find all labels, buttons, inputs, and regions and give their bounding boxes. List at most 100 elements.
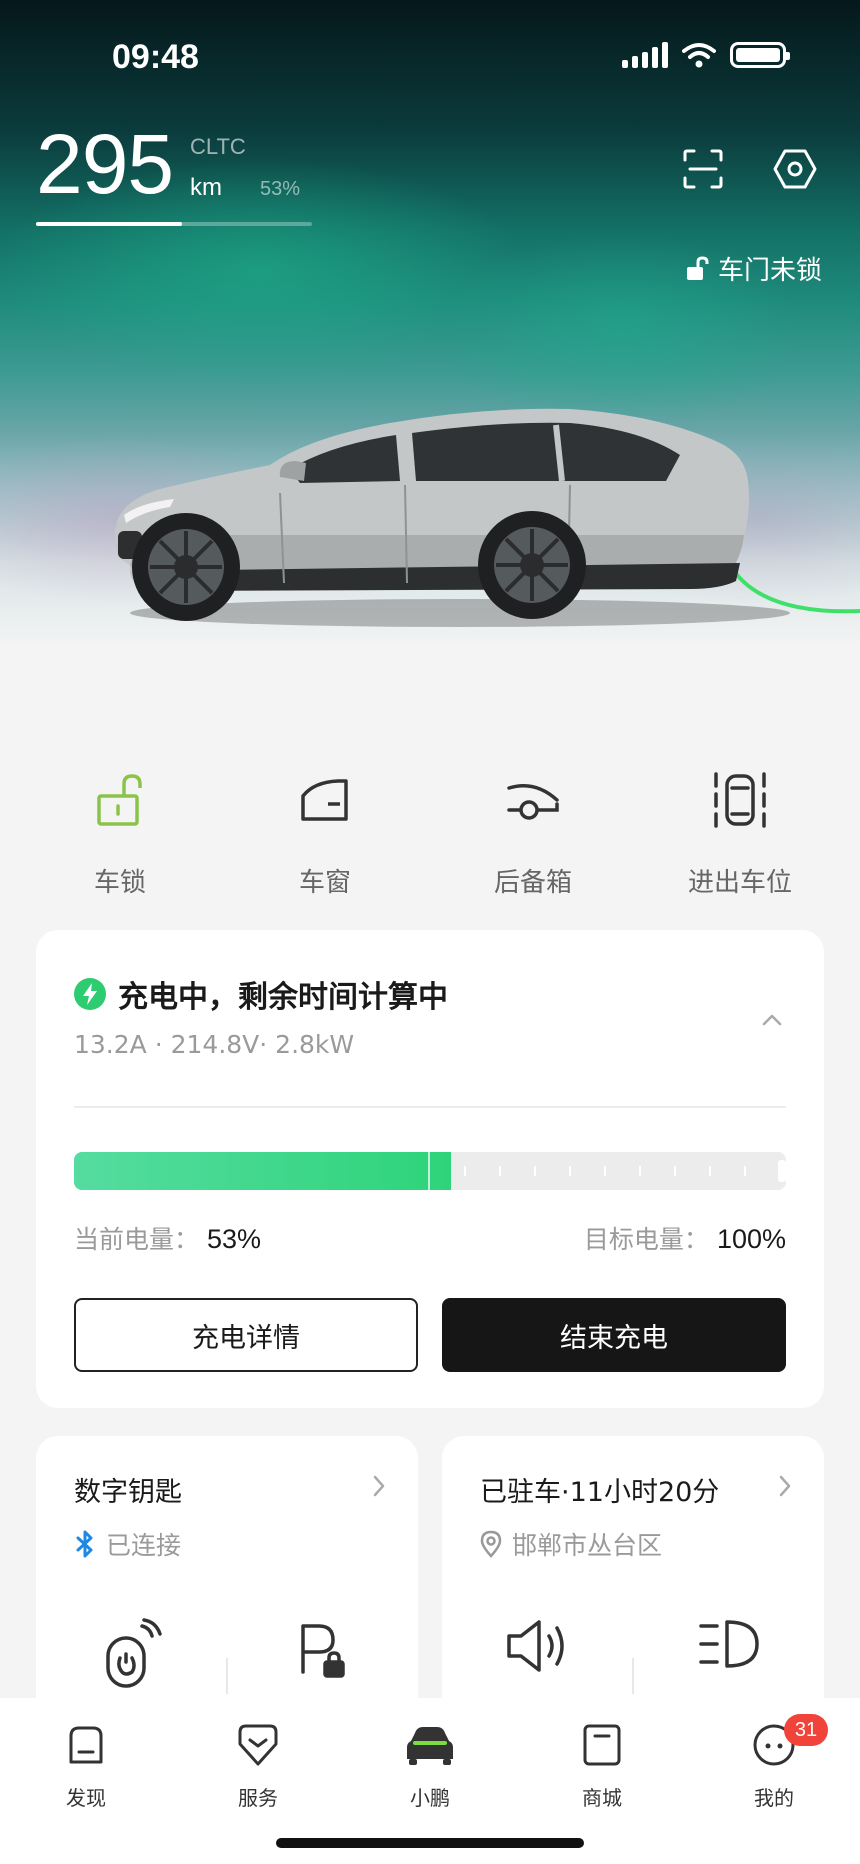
status-time: 09:48 [112, 38, 199, 76]
target-handle[interactable] [778, 1160, 786, 1182]
tab-discover[interactable]: 发现 [26, 1716, 146, 1811]
stop-charging-button[interactable]: 结束充电 [442, 1298, 786, 1372]
current-soc: 当前电量： 53% [74, 1220, 261, 1256]
tab-xpeng[interactable]: 小鹏 [370, 1716, 490, 1811]
charge-progress-bar [74, 1152, 786, 1190]
current-soc-value: 53% [207, 1224, 262, 1254]
door-status[interactable]: 车门未锁 [686, 250, 822, 287]
range-unit: km [190, 174, 222, 201]
remote-key-icon [105, 1618, 162, 1688]
chevron-right-icon [373, 1475, 385, 1497]
honk-button[interactable] [442, 1618, 633, 1674]
service-icon [238, 1724, 278, 1766]
quick-action-trunk[interactable]: 后备箱 [443, 760, 623, 899]
parking-maneuver-icon [714, 772, 766, 828]
door-status-text: 车门未锁 [717, 256, 822, 286]
hero-section: 09:48 295 CLTC km 53% 车门未锁 [0, 0, 860, 720]
tab-label: 我的 [754, 1786, 794, 1810]
tab-label: 小鹏 [410, 1786, 450, 1810]
quick-action-lock[interactable]: 车锁 [30, 760, 210, 899]
progress-tick [709, 1166, 711, 1176]
range-standard: CLTC [190, 134, 246, 159]
cellular-signal-icon [622, 42, 668, 68]
charging-title-row: 充电中，剩余时间计算中 [74, 972, 448, 1016]
charging-card: 充电中，剩余时间计算中 13.2A · 214.8V· 2.8kW 当前电量： 5… [36, 930, 824, 1408]
quick-action-parking[interactable]: 进出车位 [650, 760, 830, 899]
unlock-icon [686, 255, 709, 280]
progress-tick [499, 1166, 501, 1176]
range-value: 295 [36, 117, 174, 211]
quick-action-window[interactable]: 车窗 [235, 760, 415, 899]
quick-action-label: 后备箱 [493, 868, 572, 898]
digital-key-status-row: 已连接 [74, 1526, 181, 1562]
home-indicator [276, 1838, 584, 1848]
range-display: 295 CLTC km 53% [36, 122, 316, 232]
scan-button[interactable] [680, 146, 726, 192]
headlight-icon [698, 1620, 759, 1668]
charging-bolt-icon [74, 978, 106, 1010]
tab-profile[interactable]: 我的 31 [714, 1714, 834, 1811]
parking-title: 已驻车·11小时20分 [480, 1477, 720, 1508]
progress-tick [639, 1166, 641, 1176]
battery-percent: 53% [260, 178, 301, 200]
quick-action-label: 车窗 [298, 868, 351, 898]
chevron-up-icon [762, 1014, 782, 1026]
bluetooth-icon [76, 1530, 93, 1558]
speaker-icon [506, 1620, 564, 1672]
charging-details: 13.2A · 214.8V· 2.8kW [74, 1030, 355, 1059]
car-window-icon [301, 779, 348, 821]
tab-label: 服务 [238, 1786, 278, 1810]
progress-tick [674, 1166, 676, 1176]
parking-lock-icon [300, 1624, 345, 1678]
location-pin-icon [480, 1530, 502, 1558]
trunk-icon [507, 784, 559, 820]
digital-key-title: 数字钥匙 [74, 1477, 182, 1508]
current-soc-label: 当前电量： [74, 1225, 200, 1254]
progress-tick [569, 1166, 571, 1176]
charging-cable [728, 563, 860, 614]
progress-tick [464, 1166, 466, 1176]
progress-tick [604, 1166, 606, 1176]
range-bar-fill [36, 222, 183, 226]
charging-title: 充电中，剩余时间计算中 [118, 980, 448, 1015]
status-icons [622, 42, 790, 68]
tab-shop[interactable]: 商城 [542, 1716, 662, 1811]
quick-action-label: 进出车位 [687, 868, 792, 898]
charging-details-button[interactable]: 充电详情 [74, 1298, 418, 1372]
car-image[interactable] [100, 385, 860, 645]
unlock-icon [97, 774, 142, 826]
tab-service[interactable]: 服务 [198, 1716, 318, 1811]
park-lock-button[interactable] [227, 1618, 418, 1678]
digital-key-actions [36, 1618, 418, 1708]
car-icon [407, 1727, 453, 1765]
target-soc-label: 目标电量： [583, 1225, 709, 1254]
notification-badge: 31 [784, 1714, 828, 1746]
shop-icon [583, 1724, 621, 1766]
settings-icon [773, 149, 817, 189]
range-bar [36, 222, 312, 226]
discover-icon [69, 1726, 103, 1764]
wifi-icon [682, 43, 716, 68]
digital-key-status: 已连接 [106, 1531, 182, 1560]
parking-location-row: 邯郸市丛台区 [480, 1526, 662, 1562]
divider [74, 1106, 786, 1108]
target-soc[interactable]: 目标电量： 100% [584, 1220, 786, 1256]
quick-action-label: 车锁 [93, 868, 146, 898]
car-illustration [114, 408, 860, 627]
parking-actions [442, 1618, 824, 1708]
collapse-button[interactable] [758, 1006, 786, 1034]
remote-start-button[interactable] [36, 1618, 227, 1690]
flash-lights-button[interactable] [633, 1618, 824, 1670]
quick-actions: 车锁 车窗 后备箱 进出车位 [0, 760, 860, 910]
progress-tick [534, 1166, 536, 1176]
progress-tick [744, 1166, 746, 1176]
tab-label: 发现 [66, 1786, 106, 1810]
scan-icon [683, 149, 723, 189]
tab-label: 商城 [582, 1786, 622, 1810]
target-soc-value: 100% [716, 1224, 786, 1254]
soc-row: 当前电量： 53% 目标电量： 100% [74, 1220, 786, 1256]
settings-button[interactable] [772, 146, 818, 192]
charge-progress-fill [74, 1152, 452, 1190]
chevron-right-icon [779, 1475, 791, 1497]
parking-location: 邯郸市丛台区 [512, 1531, 663, 1560]
